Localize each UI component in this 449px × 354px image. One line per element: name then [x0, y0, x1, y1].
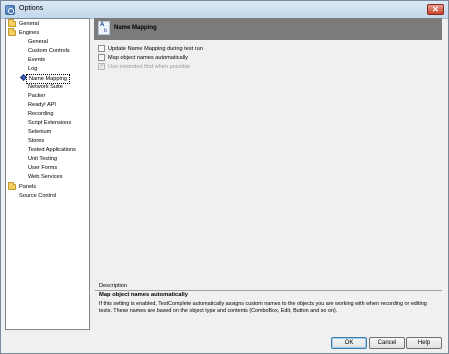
tree-item-recording[interactable]: Recording [28, 110, 54, 118]
window-title: Options [19, 5, 44, 12]
tree-item-script-extensions[interactable]: Script Extensions [28, 119, 71, 127]
cancel-button[interactable]: Cancel [369, 337, 405, 349]
tree-item-user-forms[interactable]: User Forms [28, 164, 57, 172]
tree-item-custom-controls[interactable]: Custom Controls [28, 47, 70, 55]
tree-item-ready-api[interactable]: Ready! API [28, 101, 56, 109]
tree-item-selenium[interactable]: Selenium [28, 128, 51, 136]
tree-item-events[interactable]: Events [28, 56, 45, 64]
description-heading: Map object names automatically [99, 292, 188, 298]
tree-item-name-mapping[interactable]: Name Mapping [6, 73, 89, 84]
tree-item-network-suite[interactable]: Network Suite [28, 83, 63, 91]
page-title: Name Mapping [114, 25, 157, 31]
check-mark-icon: ✓ [99, 62, 106, 69]
help-button[interactable]: Help [406, 337, 442, 349]
folder-icon [8, 19, 16, 27]
description-divider [95, 290, 442, 291]
description-title: Description [99, 283, 127, 289]
tree-item-engines-general[interactable]: General [28, 38, 48, 46]
tree-item-source-control[interactable]: Source Control [19, 192, 56, 200]
ok-button[interactable]: OK [331, 337, 367, 349]
option-label: Update Name Mapping during test run [108, 46, 203, 52]
folder-icon [8, 182, 16, 190]
name-mapping-page-icon [98, 21, 110, 35]
option-label: Map object names automatically [108, 55, 188, 61]
title-bar[interactable]: Options ✕ [1, 1, 448, 19]
options-dialog: Options ✕ General Engines General Custom… [0, 0, 449, 354]
map-object-names-checkbox[interactable] [98, 54, 105, 61]
tree-item-tested-applications[interactable]: Tested Applications [28, 146, 76, 154]
tree-item-packer[interactable]: Packer [28, 92, 45, 100]
close-button[interactable]: ✕ [427, 4, 444, 15]
folder-icon [8, 28, 16, 36]
update-name-mapping-checkbox[interactable] [98, 45, 105, 52]
description-body: If this setting is enabled, TestComplete… [99, 301, 427, 314]
page-header: Name Mapping [94, 18, 442, 40]
tree-item-unit-testing[interactable]: Unit Testing [28, 155, 57, 163]
options-tree[interactable]: General Engines General Custom Controls … [5, 18, 90, 330]
tree-item-log[interactable]: Log [28, 65, 37, 73]
option-label: Use extended find when possible [108, 64, 191, 70]
use-extended-find-checkbox: ✓ [98, 62, 106, 70]
app-icon [5, 5, 15, 15]
tree-item-stores[interactable]: Stores [28, 137, 44, 145]
tree-item-web-services[interactable]: Web Services [28, 173, 62, 181]
